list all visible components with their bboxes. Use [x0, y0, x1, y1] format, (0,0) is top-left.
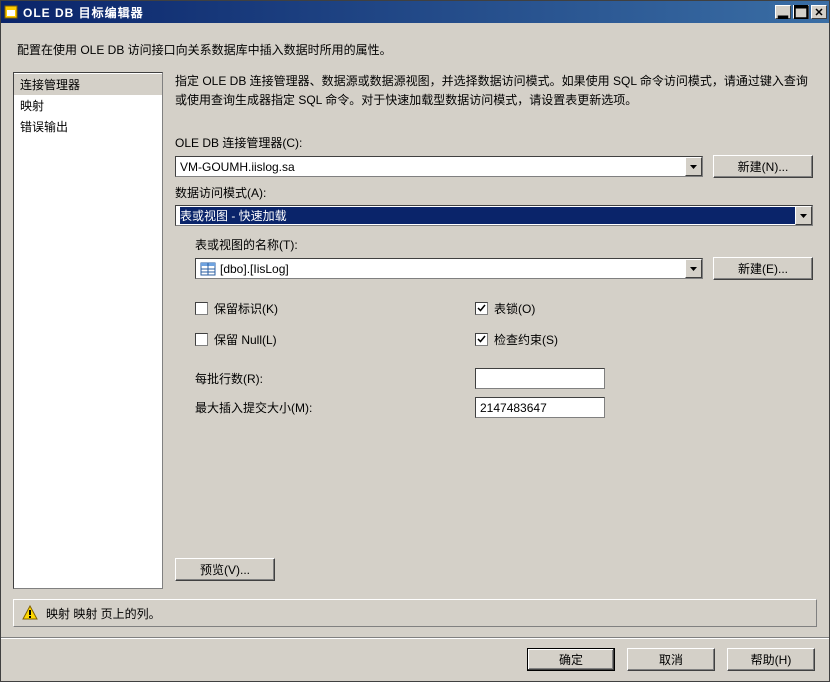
- keep-null-label: 保留 Null(L): [214, 331, 277, 348]
- titlebar[interactable]: OLE DB 目标编辑器: [1, 1, 829, 23]
- instruction-text: 指定 OLE DB 连接管理器、数据源或数据源视图，并选择数据访问模式。如果使用…: [175, 72, 813, 110]
- sidebar-item-connection-manager[interactable]: 连接管理器: [14, 74, 162, 95]
- cancel-button[interactable]: 取消: [627, 648, 715, 671]
- chevron-down-icon[interactable]: [685, 157, 702, 176]
- checkbox-icon: [195, 302, 208, 315]
- status-message: 映射 映射 页上的列。: [46, 605, 161, 622]
- sidebar-item-mappings[interactable]: 映射: [14, 95, 162, 116]
- connection-manager-label: OLE DB 连接管理器(C):: [175, 134, 813, 151]
- main-area: 连接管理器 映射 错误输出 指定 OLE DB 连接管理器、数据源或数据源视图，…: [13, 72, 817, 589]
- connection-manager-value: VM-GOUMH.iislog.sa: [180, 160, 685, 174]
- help-button[interactable]: 帮助(H): [727, 648, 815, 671]
- rows-per-batch-label: 每批行数(R):: [195, 370, 475, 387]
- dialog-body: 配置在使用 OLE DB 访问接口向关系数据库中插入数据时所用的属性。 连接管理…: [1, 23, 829, 637]
- warning-icon: [22, 605, 38, 621]
- close-button[interactable]: [811, 5, 827, 19]
- sidebar[interactable]: 连接管理器 映射 错误输出: [13, 72, 163, 589]
- check-constraints-label: 检查约束(S): [494, 331, 558, 348]
- sidebar-item-error-output[interactable]: 错误输出: [14, 116, 162, 137]
- keep-identity-label: 保留标识(K): [214, 300, 278, 317]
- new-connection-button[interactable]: 新建(N)...: [713, 155, 813, 178]
- max-insert-commit-input[interactable]: [475, 397, 605, 418]
- table-icon: [200, 262, 216, 276]
- window-controls: [775, 5, 827, 19]
- checkbox-icon: [475, 333, 488, 346]
- connection-manager-combo[interactable]: VM-GOUMH.iislog.sa: [175, 156, 703, 177]
- access-mode-value: 表或视图 - 快速加载: [180, 207, 795, 224]
- sidebar-item-label: 连接管理器: [20, 78, 80, 92]
- status-bar: 映射 映射 页上的列。: [13, 599, 817, 627]
- keep-null-checkbox[interactable]: 保留 Null(L): [195, 331, 475, 348]
- dialog-window: OLE DB 目标编辑器 配置在使用 OLE DB 访问接口向关系数据库中插入数…: [0, 0, 830, 682]
- window-title: OLE DB 目标编辑器: [23, 4, 775, 21]
- fastload-subpanel: 表或视图的名称(T): [dbo].[IisLog] 新建(E)...: [195, 236, 813, 426]
- table-name-label: 表或视图的名称(T):: [195, 236, 813, 253]
- table-lock-label: 表锁(O): [494, 300, 535, 317]
- table-name-value: [dbo].[IisLog]: [220, 262, 685, 276]
- table-lock-checkbox[interactable]: 表锁(O): [475, 300, 755, 317]
- button-bar: 确定 取消 帮助(H): [1, 637, 829, 681]
- app-icon: [3, 4, 19, 20]
- max-insert-commit-label: 最大插入提交大小(M):: [195, 399, 475, 416]
- maximize-button[interactable]: [793, 5, 809, 19]
- access-mode-label: 数据访问模式(A):: [175, 184, 813, 201]
- sidebar-item-label: 错误输出: [20, 120, 68, 134]
- minimize-button[interactable]: [775, 5, 791, 19]
- ok-button[interactable]: 确定: [527, 648, 615, 671]
- checkbox-icon: [475, 302, 488, 315]
- rows-per-batch-input[interactable]: [475, 368, 605, 389]
- check-constraints-checkbox[interactable]: 检查约束(S): [475, 331, 755, 348]
- chevron-down-icon[interactable]: [685, 259, 702, 278]
- chevron-down-icon[interactable]: [795, 206, 812, 225]
- dialog-description: 配置在使用 OLE DB 访问接口向关系数据库中插入数据时所用的属性。: [13, 35, 817, 72]
- content-panel: 指定 OLE DB 连接管理器、数据源或数据源视图，并选择数据访问模式。如果使用…: [171, 72, 817, 589]
- access-mode-combo[interactable]: 表或视图 - 快速加载: [175, 205, 813, 226]
- table-name-combo[interactable]: [dbo].[IisLog]: [195, 258, 703, 279]
- sidebar-item-label: 映射: [20, 99, 44, 113]
- checkbox-icon: [195, 333, 208, 346]
- preview-button[interactable]: 预览(V)...: [175, 558, 275, 581]
- keep-identity-checkbox[interactable]: 保留标识(K): [195, 300, 475, 317]
- new-table-button[interactable]: 新建(E)...: [713, 257, 813, 280]
